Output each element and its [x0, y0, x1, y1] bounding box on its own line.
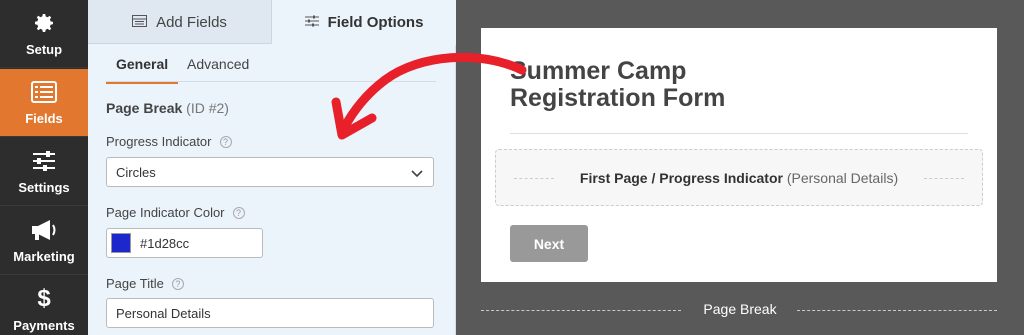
builder-sidebar: Setup Fields Settings Marketing $ Paymen…	[0, 0, 88, 335]
tab-label: Add Fields	[156, 13, 227, 31]
page-title-input[interactable]: Personal Details	[106, 298, 434, 328]
page-break-muted: (Personal Details)	[786, 170, 899, 186]
sidebar-item-label: Fields	[25, 111, 63, 126]
tab-add-fields[interactable]: Add Fields	[88, 0, 272, 44]
sidebar-item-label: Payments	[13, 318, 75, 333]
sidebar-item-payments[interactable]: $ Payments	[0, 276, 88, 335]
page-title-label-row: Page Title ?	[106, 276, 184, 291]
field-name: Page Break	[106, 100, 183, 116]
divider	[510, 133, 968, 134]
sidebar-item-label: Setup	[25, 42, 63, 57]
sidebar-item-setup[interactable]: Setup	[0, 0, 88, 68]
form-preview: Summer Camp Registration Form First Page…	[481, 28, 997, 282]
divider	[797, 310, 997, 311]
page-title-label: Page Title	[106, 276, 164, 291]
subtab-advanced[interactable]: Advanced	[187, 56, 249, 72]
next-button[interactable]: Next	[510, 225, 588, 262]
sidebar-item-fields[interactable]: Fields	[0, 69, 88, 137]
page-break-field[interactable]: First Page / Progress Indicator (Persona…	[495, 149, 983, 206]
subtab-general[interactable]: General	[106, 56, 179, 84]
page-indicator-color-field[interactable]: #1d28cc	[106, 228, 263, 258]
progress-indicator-value: Circles	[116, 165, 156, 180]
field-heading: Page Break (ID #2)	[106, 100, 229, 116]
page-title-value: Personal Details	[116, 306, 211, 321]
divider	[481, 310, 681, 311]
help-icon[interactable]: ?	[232, 206, 245, 219]
tab-label: Field Options	[327, 14, 424, 31]
form-title: Summer Camp Registration Form	[510, 57, 726, 112]
page-break-label[interactable]: Page Break	[690, 301, 790, 317]
panel-tabbar: Add Fields Field Options	[88, 0, 456, 45]
gear-icon	[0, 10, 88, 36]
progress-indicator-select[interactable]: Circles	[106, 157, 434, 187]
page-indicator-color-label-row: Page Indicator Color ?	[106, 205, 245, 220]
sidebar-item-settings[interactable]: Settings	[0, 138, 88, 206]
color-swatch[interactable]	[111, 233, 131, 253]
sidebar-item-label: Settings	[18, 180, 70, 195]
help-icon[interactable]: ?	[219, 135, 232, 148]
table-icon	[132, 14, 148, 31]
chevron-down-icon	[411, 166, 423, 181]
dollar-icon: $	[37, 285, 51, 312]
divider	[924, 178, 964, 179]
list-icon	[0, 79, 88, 105]
page-break-strong: First Page / Progress Indicator	[579, 170, 783, 186]
page-indicator-color-label: Page Indicator Color	[106, 205, 225, 220]
progress-indicator-label: Progress Indicator	[106, 134, 212, 149]
progress-indicator-label-row: Progress Indicator ?	[106, 134, 232, 149]
field-id: (ID #2)	[186, 100, 229, 116]
annotation-arrow	[331, 52, 527, 140]
tab-field-options[interactable]: Field Options	[272, 0, 456, 45]
sidebar-item-marketing[interactable]: Marketing	[0, 207, 88, 275]
page-break-caption: First Page / Progress Indicator (Persona…	[496, 170, 982, 186]
help-icon[interactable]: ?	[171, 277, 184, 290]
megaphone-icon	[0, 217, 88, 243]
sidebar-item-label: Marketing	[13, 249, 75, 264]
color-value: #1d28cc	[140, 236, 190, 251]
sliders-icon	[304, 14, 319, 31]
sliders-icon	[0, 148, 88, 174]
